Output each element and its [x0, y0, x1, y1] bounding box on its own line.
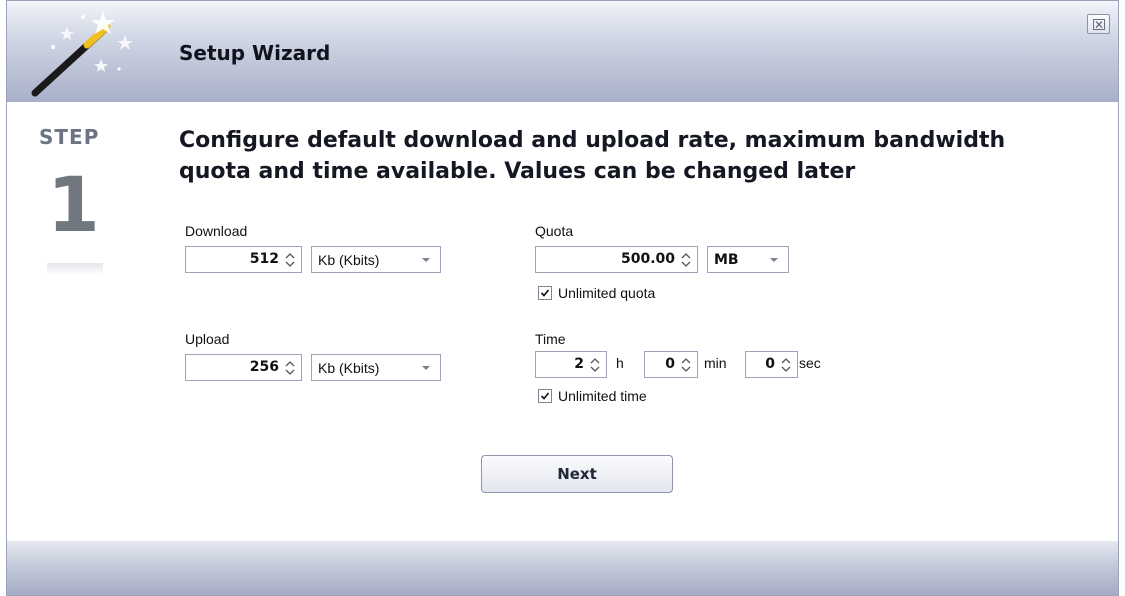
spinner-arrows-icon[interactable]: [284, 359, 296, 377]
upload-rate-value: 256: [249, 359, 279, 375]
unlimited-time-label[interactable]: Unlimited time: [558, 388, 647, 404]
quota-unit-value: MB: [714, 252, 739, 268]
chevron-down-icon: [422, 366, 430, 370]
quota-unit-dropdown[interactable]: MB: [707, 246, 789, 273]
download-unit-dropdown[interactable]: Kb (Kbits): [311, 246, 441, 273]
dialog-title: Setup Wizard: [179, 41, 331, 65]
download-unit-value: Kb (Kbits): [318, 252, 380, 268]
chevron-down-icon: [422, 258, 430, 262]
seconds-unit-label: sec: [799, 355, 821, 371]
minutes-unit-label: min: [704, 355, 727, 371]
close-icon: [1093, 19, 1105, 30]
dialog-footer: [7, 541, 1118, 595]
quota-value: 500.00: [620, 251, 675, 267]
time-seconds-value: 0: [765, 356, 775, 372]
spinner-arrows-icon[interactable]: [780, 356, 792, 374]
quota-spinner[interactable]: 500.00: [535, 246, 698, 273]
checkmark-icon: [540, 289, 550, 297]
spinner-arrows-icon[interactable]: [680, 251, 692, 269]
quota-label: Quota: [535, 223, 574, 239]
spinner-arrows-icon[interactable]: [680, 356, 692, 374]
download-label: Download: [185, 223, 248, 239]
download-rate-value: 512: [249, 251, 279, 267]
upload-unit-dropdown[interactable]: Kb (Kbits): [311, 354, 441, 381]
setup-wizard-dialog: Setup Wizard STEP 1 Configure default do…: [6, 0, 1119, 596]
time-minutes-spinner[interactable]: 0: [644, 351, 698, 378]
step-heading: Configure default download and upload ra…: [179, 128, 1006, 184]
spinner-arrows-icon[interactable]: [284, 251, 296, 269]
upload-unit-value: Kb (Kbits): [318, 360, 380, 376]
spinner-arrows-icon[interactable]: [589, 356, 601, 374]
unlimited-quota-label[interactable]: Unlimited quota: [558, 285, 655, 301]
upload-label: Upload: [185, 331, 230, 347]
time-minutes-value: 0: [665, 356, 675, 372]
unlimited-quota-checkbox[interactable]: [538, 286, 552, 300]
chevron-down-icon: [770, 258, 778, 262]
download-rate-spinner[interactable]: 512: [185, 246, 302, 273]
time-hours-value: 2: [574, 356, 584, 372]
hours-unit-label: h: [616, 355, 624, 371]
step-label: STEP: [39, 125, 100, 149]
unlimited-time-checkbox[interactable]: [538, 389, 552, 403]
close-button[interactable]: [1087, 14, 1110, 34]
time-hours-spinner[interactable]: 2: [535, 351, 607, 378]
next-button[interactable]: Next: [481, 455, 673, 493]
dialog-header: Setup Wizard: [7, 1, 1118, 102]
upload-rate-spinner[interactable]: 256: [185, 354, 302, 381]
time-label: Time: [535, 331, 566, 347]
magic-wand-icon: [31, 11, 133, 97]
checkmark-icon: [540, 392, 550, 400]
step-number: 1: [47, 160, 100, 249]
step-number-reflection: [47, 263, 103, 275]
time-seconds-spinner[interactable]: 0: [745, 351, 798, 378]
next-button-label: Next: [557, 465, 597, 483]
